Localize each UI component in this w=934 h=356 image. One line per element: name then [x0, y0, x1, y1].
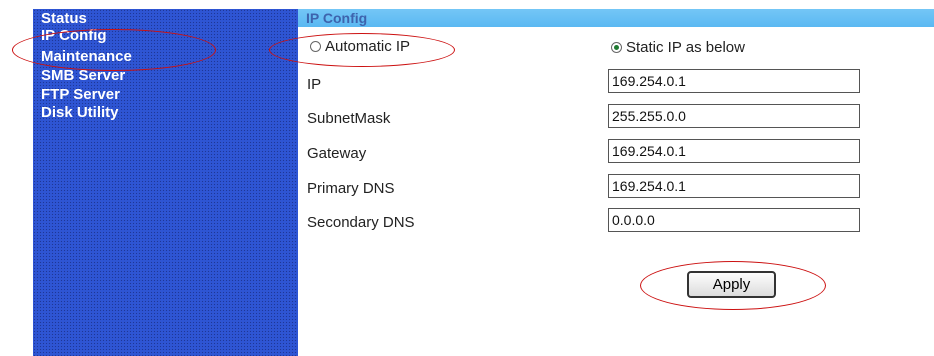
- gateway-label: Gateway: [307, 145, 367, 162]
- apply-button[interactable]: Apply: [687, 271, 776, 298]
- secondary-dns-label: Secondary DNS: [307, 214, 415, 231]
- gateway-field[interactable]: [608, 139, 860, 163]
- sidebar-item-status[interactable]: Status: [41, 11, 87, 27]
- ip-field[interactable]: [608, 69, 860, 93]
- page-header: IP Config: [298, 9, 934, 27]
- sidebar-item-smb-server[interactable]: SMB Server: [41, 68, 125, 84]
- subnet-mask-label: SubnetMask: [307, 110, 391, 127]
- ip-label: IP: [307, 76, 322, 93]
- automatic-ip-label: Automatic IP: [325, 38, 411, 55]
- radio-selected-icon: [611, 42, 622, 53]
- automatic-ip-radio[interactable]: Automatic IP: [310, 38, 410, 55]
- primary-dns-label: Primary DNS: [307, 180, 395, 197]
- subnet-mask-field[interactable]: [608, 104, 860, 128]
- sidebar-item-disk-utility[interactable]: Disk Utility: [41, 105, 119, 121]
- sidebar-item-maintenance[interactable]: Maintenance: [41, 49, 132, 65]
- static-ip-label: Static IP as below: [626, 39, 745, 56]
- sidebar-nav: Status IP Config Maintenance SMB Server …: [33, 9, 298, 356]
- sidebar-item-ftp-server[interactable]: FTP Server: [41, 87, 120, 103]
- sidebar-item-ip-config[interactable]: IP Config: [41, 28, 107, 44]
- secondary-dns-field[interactable]: [608, 208, 860, 232]
- radio-unselected-icon: [310, 41, 321, 52]
- primary-dns-field[interactable]: [608, 174, 860, 198]
- static-ip-radio[interactable]: Static IP as below: [611, 39, 745, 56]
- page-title: IP Config: [306, 10, 368, 26]
